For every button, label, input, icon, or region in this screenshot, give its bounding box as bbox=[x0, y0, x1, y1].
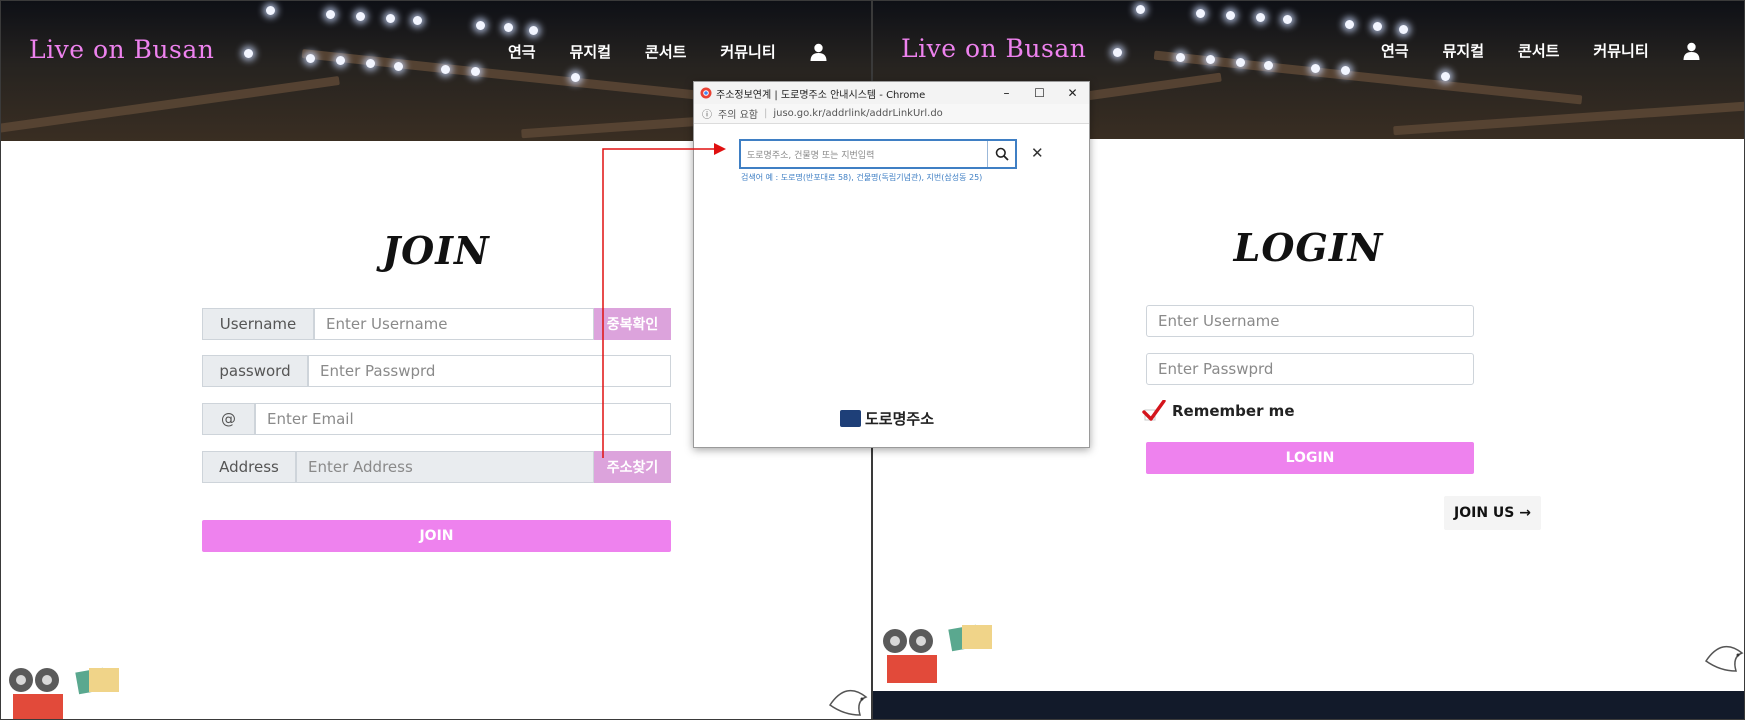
annotation-arrow bbox=[602, 143, 726, 458]
